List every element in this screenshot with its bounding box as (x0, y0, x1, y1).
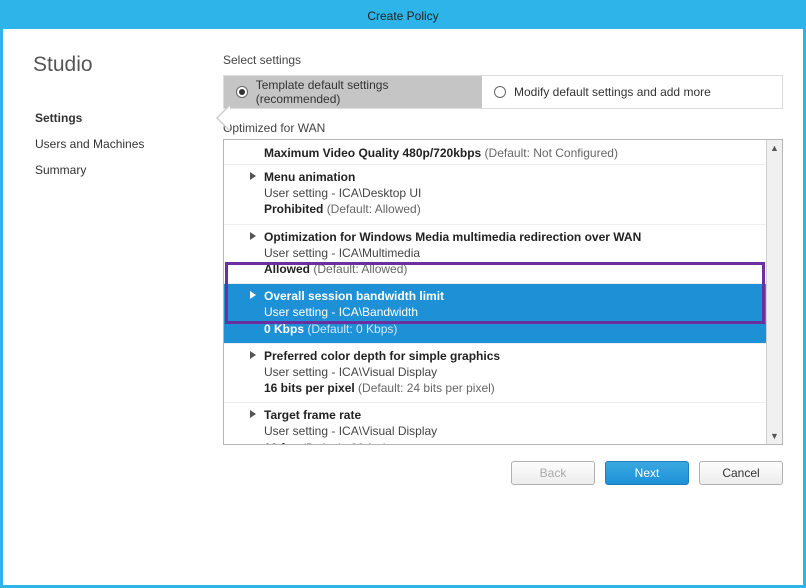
expand-icon (250, 232, 256, 240)
scroll-down-icon[interactable]: ▼ (767, 428, 782, 444)
setting-title: Target frame rate (264, 407, 760, 423)
radio-icon (236, 86, 248, 98)
titlebar: Create Policy (3, 3, 803, 29)
option-label: Modify default settings and add more (514, 85, 711, 99)
cancel-button[interactable]: Cancel (699, 461, 783, 485)
option-template-defaults[interactable]: Template default settings (recommended) (224, 76, 482, 108)
setting-title: Overall session bandwidth limit (264, 288, 760, 304)
window-title: Create Policy (367, 9, 438, 23)
setting-row[interactable]: Optimization for Windows Media multimedi… (224, 224, 766, 284)
setting-value: 0 Kbps (264, 322, 304, 336)
expand-icon (250, 410, 256, 418)
main-panel: Select settings Template default setting… (223, 53, 783, 571)
setting-default: (Default: Not Configured) (485, 146, 618, 160)
create-policy-window: Create Policy Studio Settings Users and … (0, 0, 806, 588)
step-settings[interactable]: Settings (31, 105, 213, 131)
step-label: Users and Machines (35, 137, 144, 151)
back-button: Back (511, 461, 595, 485)
setting-row-selected[interactable]: Overall session bandwidth limit User set… (224, 283, 766, 343)
step-users-machines[interactable]: Users and Machines (31, 131, 213, 157)
option-modify-defaults[interactable]: Modify default settings and add more (482, 76, 782, 108)
sidebar: Studio Settings Users and Machines Summa… (23, 53, 223, 571)
step-label: Summary (35, 163, 86, 177)
setting-default: (Default: 0 Kbps) (307, 322, 397, 336)
scrollbar[interactable]: ▲ ▼ (766, 140, 782, 444)
expand-icon (250, 172, 256, 180)
setting-value: 16 bits per pixel (264, 381, 355, 395)
setting-path: User setting - ICA\Desktop UI (264, 185, 760, 201)
wizard-footer: Back Next Cancel (223, 445, 783, 485)
option-label: Template default settings (recommended) (256, 78, 470, 106)
setting-value: 16 fps (264, 441, 299, 444)
setting-default: (Default: Allowed) (313, 262, 407, 276)
setting-default: (Default: 30 fps) (302, 441, 387, 444)
settings-list-container: Maximum Video Quality 480p/720kbps (Defa… (223, 139, 783, 445)
setting-path: User setting - ICA\Multimedia (264, 245, 760, 261)
setting-path: User setting - ICA\Bandwidth (264, 304, 760, 320)
setting-row[interactable]: Maximum Video Quality 480p/720kbps (Defa… (224, 140, 766, 164)
active-step-pointer-icon (216, 104, 230, 132)
brand-title: Studio (33, 53, 213, 77)
setting-path: User setting - ICA\Visual Display (264, 423, 760, 439)
step-summary[interactable]: Summary (31, 157, 213, 183)
radio-icon (494, 86, 506, 98)
dialog-body: Studio Settings Users and Machines Summa… (3, 29, 803, 585)
step-label: Settings (35, 111, 82, 125)
setting-row[interactable]: Menu animation User setting - ICA\Deskto… (224, 164, 766, 224)
setting-title: Optimization for Windows Media multimedi… (264, 229, 760, 245)
setting-title: Maximum Video Quality 480p/720kbps (264, 146, 481, 160)
scroll-up-icon[interactable]: ▲ (767, 140, 782, 156)
settings-list: Maximum Video Quality 480p/720kbps (Defa… (224, 140, 766, 444)
setting-row[interactable]: Preferred color depth for simple graphic… (224, 343, 766, 403)
settings-mode-options: Template default settings (recommended) … (223, 75, 783, 109)
next-button[interactable]: Next (605, 461, 689, 485)
setting-default: (Default: Allowed) (327, 202, 421, 216)
setting-value: Allowed (264, 262, 310, 276)
setting-value: Prohibited (264, 202, 323, 216)
wizard-steps: Settings Users and Machines Summary (31, 105, 213, 183)
setting-title: Menu animation (264, 169, 760, 185)
expand-icon (250, 291, 256, 299)
setting-path: User setting - ICA\Visual Display (264, 364, 760, 380)
select-settings-label: Select settings (223, 53, 783, 67)
template-name-label: Optimized for WAN (223, 121, 783, 135)
setting-default: (Default: 24 bits per pixel) (358, 381, 495, 395)
setting-row[interactable]: Target frame rate User setting - ICA\Vis… (224, 402, 766, 444)
expand-icon (250, 351, 256, 359)
setting-title: Preferred color depth for simple graphic… (264, 348, 760, 364)
